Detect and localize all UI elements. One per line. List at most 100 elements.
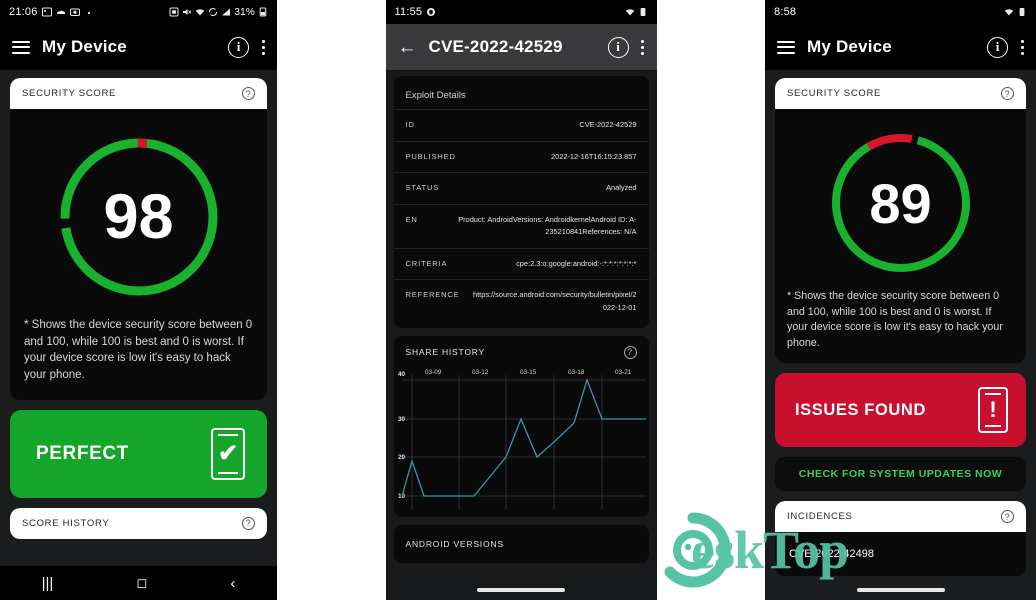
info-icon[interactable]: i [987, 36, 1008, 58]
status-bar-right-1: 31% [169, 7, 268, 18]
info-icon[interactable]: i [607, 36, 629, 58]
card-header: SECURITY SCORE ? [10, 78, 267, 109]
chart-grid-vertical [411, 374, 602, 510]
status-clock: 8:58 [774, 6, 797, 18]
status-bar-left-2: 11:55 [395, 6, 437, 18]
home-pill[interactable] [856, 588, 945, 592]
home-pill[interactable] [477, 588, 565, 592]
exploit-details-title: Exploit Details [405, 90, 466, 101]
score-gauge-wrap: 89 [775, 119, 1026, 281]
sd-icon [169, 7, 179, 17]
hamburger-icon[interactable] [777, 40, 795, 54]
row-value: CVE-2022-42529 [579, 120, 637, 129]
dot-icon [87, 11, 90, 15]
table-row: CRITERIA cpe:2.3:o:google:android:-:*:*:… [393, 247, 649, 280]
status-bar-right-2 [625, 7, 648, 17]
row-key: REFERENCE [405, 290, 460, 300]
score-history-label: SCORE HISTORY [22, 517, 110, 529]
row-value: 2022-12-16T16:15:23.857 [551, 151, 637, 161]
app-bar-1: My Device i [0, 24, 277, 70]
score-note: * Shows the device security score betwee… [24, 319, 253, 382]
chart-ytick-labels: 40 30 20 10 [398, 371, 406, 500]
screenshot-stage: 21:06 31% My Device i SECURITY SCORE ? 9… [0, 0, 1036, 600]
check-updates-button[interactable]: CHECK FOR SYSTEM UPDATES NOW [775, 457, 1026, 492]
xtick-label: 03-12 [472, 369, 489, 376]
security-score-label: SECURITY SCORE [787, 88, 882, 99]
image-icon [41, 7, 52, 17]
home-icon[interactable]: ◻ [136, 575, 147, 591]
back-icon[interactable]: ‹ [230, 575, 235, 592]
status-bar-left-3: 8:58 [774, 6, 796, 18]
row-value: Analyzed [606, 183, 637, 193]
desktop-logo-icon [664, 512, 731, 588]
phone-alert-icon: ! [978, 387, 1008, 434]
mute-icon [183, 9, 192, 15]
score-gauge: 98 [53, 131, 225, 303]
security-score-label: SECURITY SCORE [22, 88, 117, 99]
kebab-icon[interactable] [641, 39, 645, 55]
page-title: My Device [42, 37, 127, 56]
help-icon[interactable]: ? [623, 345, 637, 359]
status-button-issues-found[interactable]: ISSUES FOUND ! [775, 373, 1026, 448]
gesture-pill-bar-3 [765, 580, 1036, 600]
score-note: * Shows the device security score betwee… [787, 290, 1003, 349]
row-value: Product: AndroidVersions: AndroidkernelA… [458, 214, 637, 237]
chart-xtick-labels: 03-09 03-12 03-15 03-18 03-21 [425, 369, 632, 376]
table-row: PUBLISHED 2022-12-16T16:15:23.857 [393, 140, 649, 173]
back-arrow-icon[interactable]: ← [398, 38, 417, 57]
row-value: https://source.android.com/security/bull… [473, 290, 637, 313]
security-score-body: 89 * Shows the device security score bet… [775, 109, 1026, 364]
help-icon[interactable]: ? [242, 516, 255, 530]
list-item[interactable]: CVE-2022-42498 [775, 532, 1026, 577]
security-score-card-3: SECURITY SCORE ? 89 * Shows the device s… [775, 78, 1026, 364]
row-key: PUBLISHED [405, 151, 456, 161]
row-key: ID [405, 120, 415, 129]
android-nav-bar-1: ||| ◻ ‹ [0, 566, 277, 600]
gesture-pill-bar-2 [385, 580, 657, 600]
exploit-details-card: Exploit Details ID CVE-2022-42529 PUBLIS… [393, 76, 649, 328]
score-gauge: 89 [825, 127, 977, 279]
table-row: EN Product: AndroidVersions: Androidkern… [393, 203, 649, 248]
ytick-label: 10 [398, 493, 406, 500]
share-history-label: SHARE HISTORY [405, 347, 486, 358]
security-score-card-1: SECURITY SCORE ? 98 * Shows the device s… [10, 78, 267, 400]
incidences-card: INCIDENCES ? CVE-2022-42498 [775, 501, 1026, 577]
incidences-label: INCIDENCES [787, 511, 853, 523]
ytick-label: 40 [398, 371, 406, 378]
ytick-label: 20 [398, 454, 406, 461]
xtick-label: 03-09 [425, 369, 442, 376]
status-bar-right-3 [1004, 7, 1027, 17]
kebab-icon[interactable] [261, 39, 265, 55]
status-button-perfect[interactable]: PERFECT ✔ [10, 409, 267, 498]
help-icon[interactable]: ? [1001, 510, 1014, 524]
status-bar-2: 11:55 [386, 0, 657, 24]
status-clock: 11:55 [394, 6, 423, 18]
status-clock: 21:06 [9, 6, 38, 18]
shield-icon [427, 8, 436, 16]
hamburger-icon[interactable] [12, 40, 30, 54]
help-icon[interactable]: ? [1001, 87, 1014, 100]
card-header: SECURITY SCORE ? [775, 78, 1026, 109]
phone-screenshot-3: 8:58 My Device i SECURITY SCORE ? 89 * S… [765, 0, 1036, 600]
check-glyph: ✔ [217, 439, 239, 467]
android-versions-card[interactable]: ANDROID VERSIONS [393, 524, 649, 563]
alert-glyph: ! [989, 397, 997, 423]
app-content-1: SECURITY SCORE ? 98 * Shows the device s… [0, 70, 277, 600]
wifi-icon [625, 9, 634, 16]
recents-icon[interactable]: ||| [42, 575, 54, 592]
cloud-icon [56, 10, 65, 14]
xtick-label: 03-21 [615, 369, 632, 376]
info-icon[interactable]: i [228, 36, 249, 58]
page-title: CVE-2022-42529 [428, 37, 563, 56]
battery-icon [259, 7, 267, 17]
score-history-card[interactable]: SCORE HISTORY ? [10, 507, 267, 539]
chart-header: SHARE HISTORY ? [394, 336, 649, 367]
status-button-label: ISSUES FOUND [795, 400, 926, 419]
app-bar-3: My Device i [765, 24, 1036, 70]
help-icon[interactable]: ? [242, 87, 255, 100]
battery-percent: 31% [234, 6, 255, 18]
kebab-icon[interactable] [1020, 39, 1024, 55]
battery-icon [1019, 8, 1025, 16]
wifi-icon [196, 9, 205, 16]
xtick-label: 03-15 [520, 369, 537, 376]
